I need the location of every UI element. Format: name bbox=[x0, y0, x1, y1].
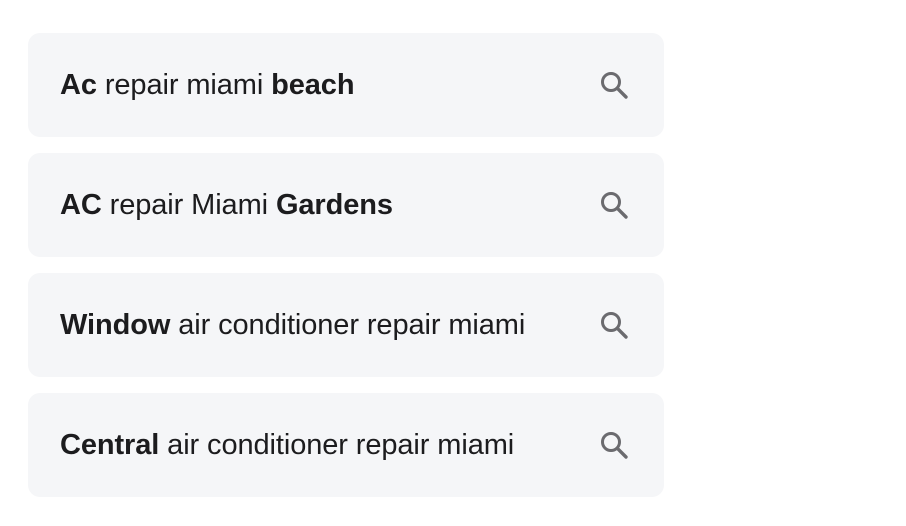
suggestion-text: AC repair Miami Gardens bbox=[60, 189, 393, 222]
suggestion-text: Ac repair miami beach bbox=[60, 68, 355, 102]
suggestion-plain-text: repair Miami bbox=[101, 188, 276, 221]
search-suggestion[interactable]: AC repair Miami Gardens bbox=[28, 153, 664, 257]
suggestion-plain-text: repair miami bbox=[96, 68, 272, 101]
search-suggestion[interactable]: Window air conditioner repair miami bbox=[28, 273, 664, 377]
search-suggestions-list: Ac repair miami beach AC repair Miami Ga… bbox=[28, 33, 664, 513]
suggestion-bold-prefix: Window bbox=[60, 308, 171, 341]
suggestion-plain-text: air conditioner repair miami bbox=[170, 308, 526, 341]
suggestion-bold-suffix: Gardens bbox=[275, 188, 393, 221]
suggestion-bold-suffix: beach bbox=[271, 68, 355, 101]
suggestion-text: Central air conditioner repair miami bbox=[60, 429, 514, 462]
suggestion-bold-prefix: AC bbox=[60, 188, 102, 221]
search-icon bbox=[598, 69, 630, 101]
search-icon bbox=[598, 309, 630, 341]
search-suggestion[interactable]: Ac repair miami beach bbox=[28, 33, 664, 137]
search-icon bbox=[598, 429, 630, 461]
suggestion-bold-prefix: Ac bbox=[60, 68, 97, 101]
search-icon bbox=[598, 189, 630, 221]
suggestion-plain-text: air conditioner repair miami bbox=[159, 428, 515, 461]
suggestion-bold-prefix: Central bbox=[60, 428, 160, 461]
search-suggestion[interactable]: Central air conditioner repair miami bbox=[28, 393, 664, 497]
suggestion-text: Window air conditioner repair miami bbox=[60, 309, 525, 342]
